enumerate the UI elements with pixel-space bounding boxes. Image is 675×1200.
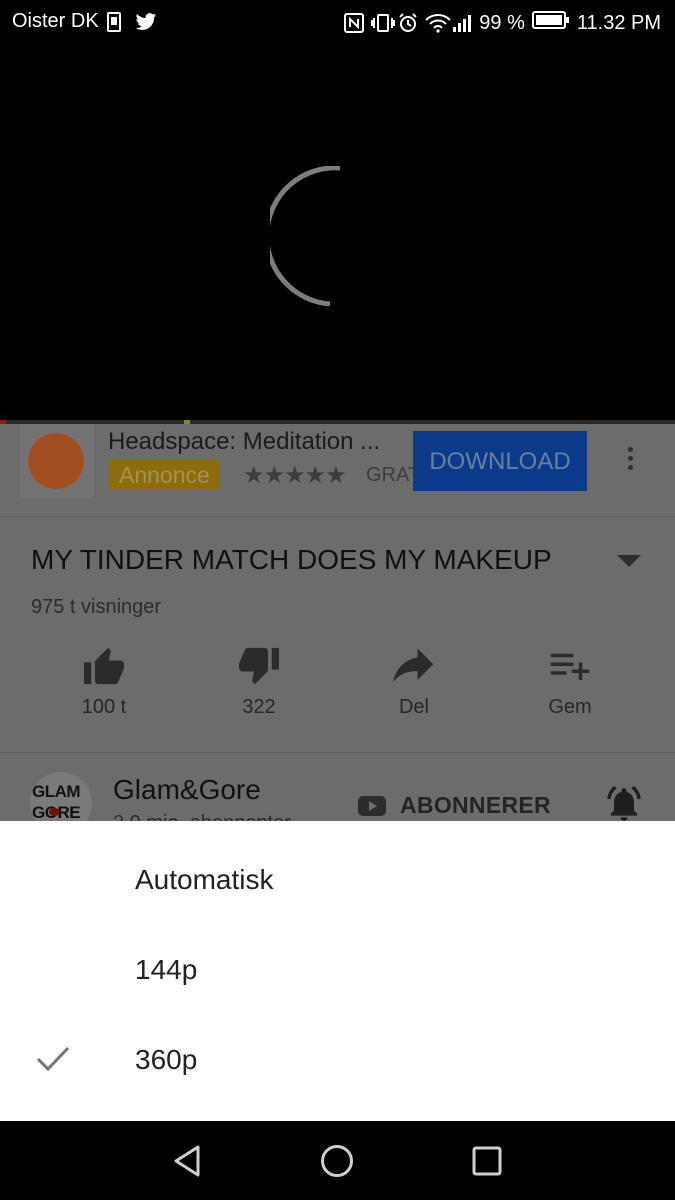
back-icon[interactable] (168, 1141, 208, 1181)
quality-option-label: 144p (135, 954, 198, 985)
home-icon[interactable] (317, 1141, 357, 1181)
status-bar: Oister DK 99 % 11.32 PM (0, 0, 675, 44)
quality-option-360p[interactable]: 360p (0, 1017, 675, 1107)
subscribe-button[interactable]: ABONNERER (358, 792, 551, 819)
more-options-icon[interactable] (620, 444, 640, 476)
divider (0, 516, 675, 517)
youtube-icon (358, 795, 386, 816)
clock: 11.32 PM (576, 11, 661, 34)
video-title: MY TINDER MATCH DOES MY MAKEUP (31, 544, 552, 575)
lips-icon (49, 808, 60, 816)
battery-icon (531, 10, 570, 36)
quality-menu-sheet: Automatisk 144p 360p (0, 821, 675, 1121)
ad-title: Headspace: Meditation ... (108, 428, 381, 455)
star-rating-icon: ★★★★★ (243, 462, 347, 489)
add-to-playlist-icon (550, 653, 590, 680)
quality-option-label: Automatisk (135, 864, 274, 895)
alarm-icon (398, 13, 418, 33)
subscribe-label: ABONNERER (400, 792, 551, 818)
sim-icon (106, 11, 127, 32)
like-button[interactable]: 100 t (44, 646, 164, 719)
like-count: 100 t (81, 696, 127, 718)
share-label: Del (398, 696, 429, 718)
share-icon (393, 648, 434, 683)
battery-percent: 99 % (479, 11, 525, 34)
save-button[interactable]: Gem (510, 646, 630, 719)
ad-app-logo (20, 424, 94, 498)
quality-option-auto[interactable]: Automatisk (0, 837, 675, 927)
view-count: 975 t visninger (31, 596, 162, 618)
ad-badge: Annonce (109, 460, 220, 490)
ad-banner[interactable]: Headspace: Meditation ... Annonce ★★★★★ … (0, 424, 675, 516)
signal-icon (452, 13, 472, 33)
video-details-scrim[interactable]: Headspace: Meditation ... Annonce ★★★★★ … (0, 424, 675, 834)
expand-description-icon[interactable] (617, 555, 641, 567)
checkmark-icon (36, 1046, 70, 1072)
twitter-icon (135, 12, 156, 32)
vibrate-icon (371, 13, 396, 33)
video-player[interactable] (0, 44, 675, 422)
divider (0, 752, 675, 753)
dislike-count: 322 (242, 696, 276, 718)
navigation-bar (0, 1121, 675, 1200)
ad-download-button[interactable]: DOWNLOAD (413, 431, 587, 491)
thumb-down-icon (239, 647, 279, 685)
wifi-icon (425, 13, 451, 33)
carrier-name: Oister DK (12, 10, 99, 32)
loading-spinner-icon (270, 166, 341, 306)
recents-icon[interactable] (467, 1141, 507, 1181)
share-button[interactable]: Del (354, 646, 474, 719)
save-label: Gem (548, 696, 592, 718)
dislike-button[interactable]: 322 (199, 646, 319, 719)
quality-option-label: 360p (135, 1044, 198, 1075)
thumb-up-icon (84, 647, 124, 685)
quality-option-144p[interactable]: 144p (0, 927, 675, 1017)
nfc-icon (344, 13, 365, 33)
channel-name[interactable]: Glam&Gore (113, 774, 261, 806)
